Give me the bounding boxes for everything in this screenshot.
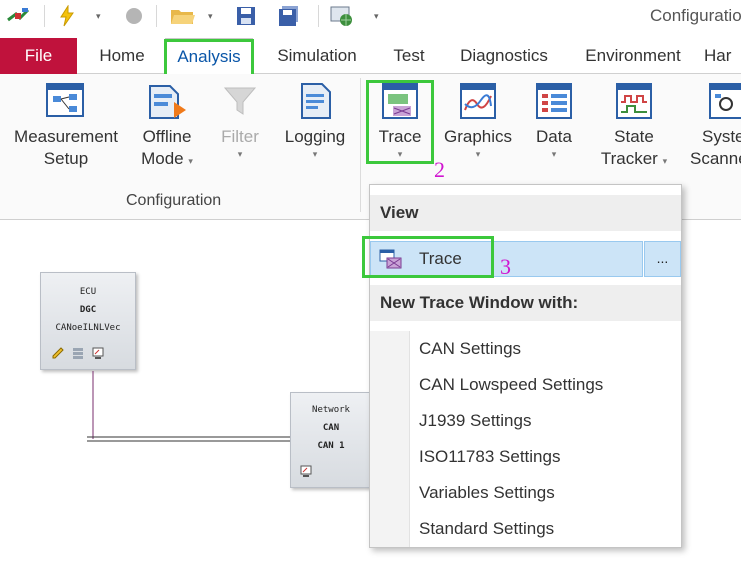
menu-item-can-lowspeed-settings[interactable]: CAN Lowspeed Settings bbox=[419, 367, 603, 403]
ribbon-tabs: File Home Analysis Simulation Test Diagn… bbox=[0, 38, 741, 75]
network-node-bus: CAN bbox=[322, 423, 340, 433]
chevron-down-icon: ▾ bbox=[397, 149, 403, 159]
menu-item-variables-settings[interactable]: Variables Settings bbox=[419, 475, 555, 511]
trace-icon bbox=[379, 80, 421, 122]
network-node-type: Network bbox=[312, 405, 350, 415]
chevron-down-icon: ▾ bbox=[237, 149, 243, 159]
new-trace-section-header: New Trace Window with: bbox=[370, 285, 681, 321]
menu-item-standard-settings[interactable]: Standard Settings bbox=[419, 511, 554, 547]
network-node[interactable]: Network CAN CAN 1 bbox=[290, 392, 372, 488]
trace-menu-item-label: Trace bbox=[419, 249, 462, 268]
graphics-icon bbox=[457, 80, 499, 122]
graphics-button[interactable]: Graphics ▾ bbox=[440, 80, 516, 160]
measurement-setup-icon bbox=[45, 80, 87, 122]
globe-icon[interactable] bbox=[330, 5, 354, 27]
measurement-setup-button[interactable]: Measurement Setup bbox=[8, 80, 124, 170]
chevron-down-icon: ▾ bbox=[475, 149, 481, 159]
satellite-icon[interactable] bbox=[6, 5, 32, 27]
trace-ribbon-label: Trace bbox=[378, 127, 422, 146]
data-button[interactable]: Data ▾ bbox=[528, 80, 580, 160]
logging-label: Logging bbox=[284, 127, 346, 146]
state-tracker-icon bbox=[613, 80, 655, 122]
tab-file[interactable]: File bbox=[0, 38, 77, 74]
menu-item-j1939-settings[interactable]: J1939 Settings bbox=[419, 403, 531, 439]
state-tracker-label-line1: State bbox=[614, 127, 654, 146]
configuration-group-label: Configuration bbox=[126, 192, 222, 209]
network-node-channel: CAN 1 bbox=[317, 441, 345, 451]
menu-item-can-settings[interactable]: CAN Settings bbox=[419, 331, 521, 367]
measurement-setup-label-line1: Measurement bbox=[14, 127, 118, 146]
network-port-icon[interactable] bbox=[299, 464, 313, 481]
filter-label: Filter bbox=[221, 127, 259, 146]
stop-icon[interactable] bbox=[124, 5, 144, 27]
tab-test[interactable]: Test bbox=[380, 38, 438, 74]
offline-mode-label-line2: Mode ▾ bbox=[141, 149, 193, 168]
graphics-label: Graphics bbox=[443, 127, 513, 146]
data-label: Data bbox=[536, 127, 572, 146]
trace-window-icon bbox=[379, 249, 403, 274]
trace-dropdown-menu: View Trace ... New Trace Window with: CA… bbox=[369, 184, 682, 548]
tab-analysis[interactable]: Analysis bbox=[165, 38, 253, 75]
tab-hardware[interactable]: Har bbox=[704, 38, 741, 74]
window-title: Configuratio bbox=[650, 6, 741, 25]
tab-diagnostics[interactable]: Diagnostics bbox=[448, 38, 560, 74]
data-icon bbox=[533, 80, 575, 122]
save-icon[interactable] bbox=[236, 5, 256, 27]
open-folder-icon[interactable] bbox=[170, 5, 196, 27]
save-all-icon[interactable] bbox=[278, 5, 300, 27]
chevron-down-icon: ▾ bbox=[551, 149, 557, 159]
state-tracker-label-line2: Tracker ▾ bbox=[600, 149, 668, 168]
trace-ribbon-button[interactable]: Trace ▾ bbox=[370, 80, 430, 160]
state-tracker-button[interactable]: State Tracker ▾ bbox=[592, 80, 676, 170]
chevron-down-icon: ▾ bbox=[312, 149, 318, 159]
chevron-down-icon[interactable]: ▾ bbox=[374, 5, 379, 27]
filter-icon bbox=[219, 80, 261, 122]
trace-more-button[interactable]: ... bbox=[644, 241, 681, 277]
system-scanner-icon bbox=[706, 80, 741, 122]
logging-icon bbox=[294, 80, 336, 122]
lightning-icon[interactable] bbox=[58, 5, 76, 27]
menu-item-iso11783-settings[interactable]: ISO11783 Settings bbox=[419, 439, 560, 475]
system-scanner-label-line1: Syste bbox=[702, 127, 741, 146]
offline-mode-icon bbox=[146, 80, 188, 122]
chevron-down-icon[interactable]: ▾ bbox=[208, 5, 213, 27]
tab-simulation[interactable]: Simulation bbox=[264, 38, 370, 74]
annotation-2: 2 bbox=[434, 157, 445, 182]
quick-access-toolbar: ▾ ▾ ▾ Configuratio bbox=[0, 0, 741, 34]
view-section-header: View bbox=[370, 195, 681, 231]
system-scanner-button[interactable]: Syste Scanne bbox=[690, 80, 741, 170]
offline-mode-button[interactable]: Offline Mode ▾ bbox=[130, 80, 204, 170]
system-scanner-label-line2: Scanne bbox=[690, 149, 741, 168]
tab-home[interactable]: Home bbox=[86, 38, 158, 74]
chevron-down-icon[interactable]: ▾ bbox=[96, 5, 101, 27]
offline-mode-label-line1: Offline bbox=[142, 127, 192, 146]
annotation-3: 3 bbox=[500, 254, 511, 279]
measurement-setup-label-line2: Setup bbox=[43, 149, 89, 168]
filter-button[interactable]: Filter ▾ bbox=[212, 80, 268, 160]
logging-button[interactable]: Logging ▾ bbox=[278, 80, 352, 160]
tab-environment[interactable]: Environment bbox=[572, 38, 694, 74]
